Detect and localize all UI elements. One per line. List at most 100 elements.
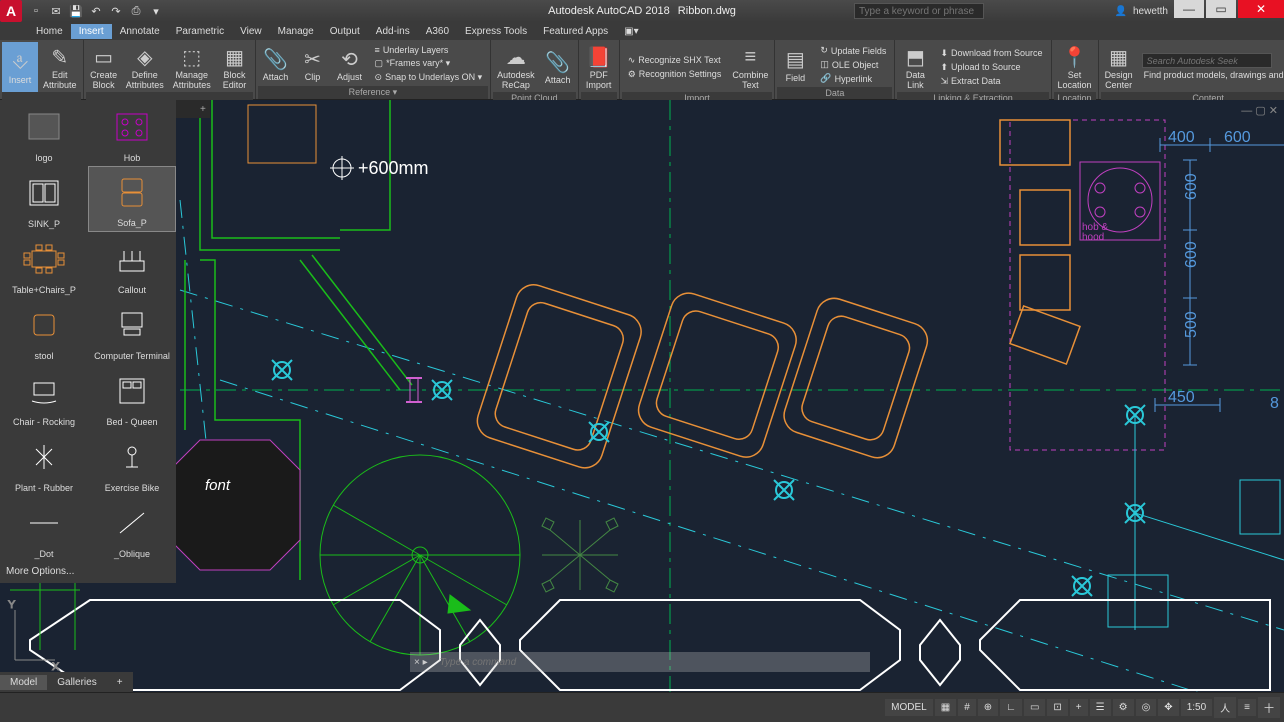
extract-data-button[interactable]: ⇲Extract Data xyxy=(938,75,1044,88)
tab-view[interactable]: View xyxy=(232,24,270,39)
tab-extra-icon[interactable]: ▣▾ xyxy=(616,24,646,39)
insert-icon: ⎀ xyxy=(12,49,28,75)
maximize-button[interactable]: ▭ xyxy=(1206,0,1236,18)
user-name[interactable]: hewetth xyxy=(1133,6,1168,17)
status-cycle-icon[interactable]: ⚙ xyxy=(1113,699,1134,716)
tab-annotate[interactable]: Annotate xyxy=(112,24,168,39)
status-anno-icon[interactable]: ◎ xyxy=(1136,699,1157,716)
qat-dropdown-icon[interactable]: ▾ xyxy=(148,3,164,19)
seek-search-input[interactable] xyxy=(1142,53,1272,68)
data-link-button[interactable]: ⬒Data Link xyxy=(897,42,933,92)
title-bar: A ▫ ✉ 💾 ↶ ↷ ⎙ ▾ Autodesk AutoCAD 2018 Ri… xyxy=(0,0,1284,22)
status-ortho-icon[interactable]: ∟ xyxy=(1000,699,1022,716)
insert-button[interactable]: ⎀Insert xyxy=(2,42,38,92)
qat-print-icon[interactable]: ⎙ xyxy=(128,3,144,19)
design-center-icon: ▦ xyxy=(1109,44,1128,70)
keyword-search-input[interactable] xyxy=(854,3,984,19)
palette-item-table[interactable]: Table+Chairs_P xyxy=(0,232,88,298)
attach-button[interactable]: 📎Attach xyxy=(258,42,294,86)
svg-text:8: 8 xyxy=(1270,395,1279,412)
hyperlink-button[interactable]: 🔗Hyperlink xyxy=(818,72,888,85)
palette-item-hob[interactable]: Hob xyxy=(88,100,176,166)
underlay-layers-button[interactable]: ≡Underlay Layers xyxy=(373,44,485,56)
signin-icon[interactable]: 👤 xyxy=(1115,6,1127,17)
panel-label[interactable]: Reference ▾ xyxy=(258,86,489,99)
recognize-shx-button[interactable]: ∿Recognize SHX Text xyxy=(626,54,724,67)
minimize-button[interactable]: — xyxy=(1174,0,1204,18)
layout-tab-add[interactable]: + xyxy=(107,675,133,690)
snap-underlays-button[interactable]: ⊙Snap to Underlays ON ▾ xyxy=(373,71,485,84)
update-fields-button[interactable]: ↻Update Fields xyxy=(818,44,888,57)
recognition-settings-button[interactable]: ⚙Recognition Settings xyxy=(626,68,724,81)
ole-object-button[interactable]: ◫OLE Object xyxy=(818,58,888,71)
status-grid-icon[interactable]: ▦ xyxy=(935,699,956,716)
palette-item-computer[interactable]: Computer Terminal xyxy=(88,298,176,364)
status-osnap-icon[interactable]: ⊡ xyxy=(1047,699,1067,716)
status-snap-icon[interactable]: # xyxy=(958,699,976,716)
field-button[interactable]: ▤Field xyxy=(777,42,813,87)
palette-item-sofa[interactable]: Sofa_P xyxy=(88,166,176,232)
palette-item-dot[interactable]: _Dot xyxy=(0,496,88,562)
status-trans-icon[interactable]: ☰ xyxy=(1090,699,1111,716)
tab-insert[interactable]: Insert xyxy=(71,24,112,39)
tab-addins[interactable]: Add-ins xyxy=(368,24,418,39)
clip-button[interactable]: ✂Clip xyxy=(295,42,331,86)
tab-home[interactable]: Home xyxy=(28,24,71,39)
palette-item-sink[interactable]: SINK_P xyxy=(0,166,88,232)
adjust-button[interactable]: ⟲Adjust xyxy=(332,42,368,86)
block-editor-button[interactable]: ▦Block Editor xyxy=(217,42,253,92)
qat-save-icon[interactable]: 💾 xyxy=(68,3,84,19)
qat-new-icon[interactable]: ▫ xyxy=(28,3,44,19)
upload-source-button[interactable]: ⬆Upload to Source xyxy=(938,61,1044,74)
palette-item-callout[interactable]: Callout xyxy=(88,232,176,298)
palette-more-options[interactable]: More Options... xyxy=(0,562,176,581)
palette-item-logo[interactable]: logo xyxy=(0,100,88,166)
file-name: Ribbon.dwg xyxy=(678,5,736,17)
tab-output[interactable]: Output xyxy=(322,24,368,39)
canvas-viewport[interactable]: +600mm xyxy=(0,100,1284,692)
status-lwt-icon[interactable]: + xyxy=(1070,699,1088,716)
qat-redo-icon[interactable]: ↷ xyxy=(108,3,124,19)
layout-tab-galleries[interactable]: Galleries xyxy=(47,675,106,690)
palette-item-oblique[interactable]: _Oblique xyxy=(88,496,176,562)
tab-parametric[interactable]: Parametric xyxy=(168,24,232,39)
palette-item-plant[interactable]: Plant - Rubber xyxy=(0,430,88,496)
pdf-import-button[interactable]: 📕PDF Import xyxy=(581,42,617,92)
palette-item-chair-rocking[interactable]: Chair - Rocking xyxy=(0,364,88,430)
tab-express[interactable]: Express Tools xyxy=(457,24,535,39)
drawing-area[interactable]: + — ▢ ✕ logo Hob SINK_P Sofa_P Table+Cha… xyxy=(0,100,1284,692)
status-gear-icon[interactable]: 人 xyxy=(1214,697,1236,718)
status-scale[interactable]: 1:50 xyxy=(1181,699,1212,716)
command-input[interactable] xyxy=(432,657,870,668)
status-walk-icon[interactable]: ✥ xyxy=(1158,699,1178,716)
status-model[interactable]: MODEL xyxy=(885,699,933,716)
tab-manage[interactable]: Manage xyxy=(270,24,322,39)
palette-item-bed[interactable]: Bed - Queen xyxy=(88,364,176,430)
status-max-icon[interactable]: ≡ xyxy=(1238,699,1256,716)
command-line[interactable]: × ▸ xyxy=(410,652,870,672)
manage-attributes-button[interactable]: ⬚Manage Attributes xyxy=(168,42,216,92)
qat-undo-icon[interactable]: ↶ xyxy=(88,3,104,19)
edit-attribute-button[interactable]: ✎Edit Attribute xyxy=(39,42,81,92)
tab-a360[interactable]: A360 xyxy=(418,24,457,39)
download-source-button[interactable]: ⬇Download from Source xyxy=(938,47,1044,60)
close-button[interactable]: ✕ xyxy=(1238,0,1284,18)
viewport-controls[interactable]: — ▢ ✕ xyxy=(1241,104,1278,117)
status-polar-icon[interactable]: ⊕ xyxy=(978,699,998,716)
status-iso-icon[interactable]: ▭ xyxy=(1024,699,1045,716)
pc-attach-button[interactable]: 📎Attach xyxy=(540,42,576,92)
combine-text-button[interactable]: ≡Combine Text xyxy=(728,42,772,92)
create-block-button[interactable]: ▭Create Block xyxy=(86,42,122,92)
design-center-button[interactable]: ▦Design Center xyxy=(1101,42,1137,92)
tab-featured[interactable]: Featured Apps xyxy=(535,24,616,39)
qat-open-icon[interactable]: ✉ xyxy=(48,3,64,19)
status-custom-icon[interactable]: 十 xyxy=(1258,697,1280,718)
set-location-button[interactable]: 📍Set Location xyxy=(1054,42,1096,92)
frames-vary-button[interactable]: ▢*Frames vary* ▾ xyxy=(373,57,485,70)
palette-item-bike[interactable]: Exercise Bike xyxy=(88,430,176,496)
recap-button[interactable]: ☁Autodesk ReCap xyxy=(493,42,539,92)
palette-item-stool[interactable]: stool xyxy=(0,298,88,364)
layout-tab-model[interactable]: Model xyxy=(0,675,47,690)
define-attributes-button[interactable]: ◈Define Attributes xyxy=(123,42,167,92)
add-file-tab[interactable]: + xyxy=(196,104,210,115)
